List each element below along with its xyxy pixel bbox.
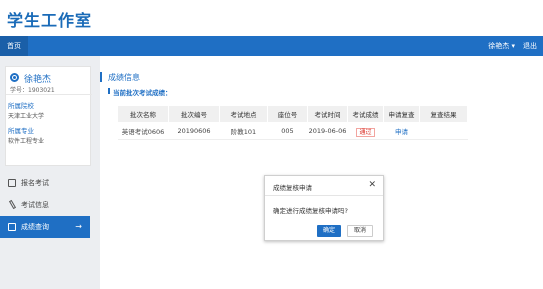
apply-review-link[interactable]: 申请	[395, 128, 408, 136]
logout-link[interactable]: 退出	[523, 36, 537, 56]
table-cell: 2019-06-06	[307, 122, 348, 140]
review-request-dialog: 成绩复核申请 ✕ 确定进行成绩复核申请吗? 确定 取消	[264, 175, 384, 241]
table-cell: 阶教101	[219, 122, 268, 140]
column-header: 批次编号	[168, 105, 220, 123]
grades-table: 批次名称 批次编号 考试地点 座位号 考试时间 考试成绩 申请复查 复查结果 英…	[117, 105, 468, 140]
dialog-message: 确定进行成绩复核申请吗?	[273, 207, 348, 215]
confirm-button[interactable]: 确定	[317, 225, 341, 237]
student-id: 学号：1903021	[10, 87, 55, 94]
table-cell: 申请	[383, 122, 420, 140]
sidebar-item-label: 成绩查询	[21, 223, 49, 231]
top-navbar: 首页 徐艳杰 ▾ 退出	[0, 36, 543, 56]
dialog-divider	[265, 195, 383, 196]
major-value: 软件工程专业	[8, 138, 45, 145]
app-title: 学生工作室	[7, 11, 93, 30]
column-header: 批次名称	[117, 105, 169, 123]
sidebar: 徐艳杰 学号：1903021 所属院校 天津工业大学 所属专业 软件工程专业 报…	[0, 56, 100, 289]
table-cell: 通过	[347, 122, 384, 140]
column-header: 复查结果	[419, 105, 468, 123]
column-header: 考试成绩	[347, 105, 384, 123]
table-cell	[419, 122, 468, 140]
sidebar-item-grade-query[interactable]: 成绩查询 →	[0, 216, 90, 238]
profile-card: 徐艳杰 学号：1903021 所属院校 天津工业大学 所属专业 软件工程专业	[5, 66, 92, 166]
school-label: 所属院校	[8, 102, 34, 110]
table-cell: 英语考试0606	[117, 122, 169, 140]
register-icon	[8, 179, 16, 187]
close-icon[interactable]: ✕	[368, 180, 376, 190]
nav-home-link[interactable]: 首页	[0, 36, 28, 56]
table-row: 英语考试0606 20190606 阶教101 005 2019-06-06 通…	[117, 122, 468, 140]
arrow-right-icon: →	[75, 222, 82, 231]
dialog-title: 成绩复核申请	[273, 184, 312, 192]
profile-divider	[6, 94, 92, 95]
column-header: 考试地点	[219, 105, 268, 123]
user-menu-dropdown[interactable]: 徐艳杰 ▾	[488, 36, 515, 56]
column-header: 座位号	[267, 105, 308, 123]
sidebar-item-register-exam[interactable]: 报名考试	[0, 172, 90, 194]
table-cell: 20190606	[168, 122, 220, 140]
cancel-button[interactable]: 取消	[347, 225, 373, 237]
column-header: 申请复查	[383, 105, 420, 123]
section-title: 成绩信息	[108, 73, 140, 82]
edit-icon	[8, 199, 17, 210]
table-cell: 005	[267, 122, 308, 140]
user-icon	[10, 73, 19, 82]
user-name: 徐艳杰	[24, 75, 52, 85]
sidebar-item-exam-info[interactable]: 考试信息	[0, 194, 90, 216]
main-content: 成绩信息 当前批次考试成绩： 批次名称 批次编号 考试地点 座位号 考试时间 考…	[100, 56, 543, 289]
column-header: 考试时间	[307, 105, 348, 123]
query-icon	[8, 223, 16, 231]
section-accent-bar	[100, 72, 102, 82]
table-header-row: 批次名称 批次编号 考试地点 座位号 考试时间 考试成绩 申请复查 复查结果	[117, 105, 468, 123]
sidebar-item-label: 报名考试	[21, 179, 49, 187]
sidebar-item-label: 考试信息	[21, 201, 49, 209]
sub-title: 当前批次考试成绩：	[108, 88, 172, 97]
score-badge: 通过	[356, 127, 375, 137]
major-label: 所属专业	[8, 127, 34, 135]
school-value: 天津工业大学	[8, 113, 45, 120]
